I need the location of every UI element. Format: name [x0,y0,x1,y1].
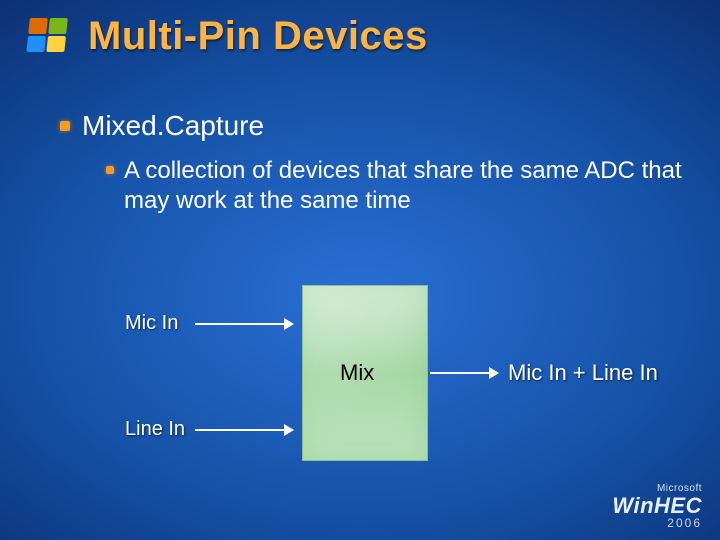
arrow-icon [430,372,498,374]
bullet-icon [106,166,114,174]
footer-microsoft: Microsoft [612,484,702,495]
bullet-list: Mixed.Capture A collection of devices th… [60,110,690,216]
footer-year: 2006 [612,517,702,530]
bullet-level-2-text: A collection of devices that share the s… [124,156,690,216]
footer-branding: Microsoft WinHEC 2006 [612,484,702,530]
footer-brand-prefix: Win [612,493,654,518]
windows-logo-icon [22,12,74,60]
slide-title: Multi-Pin Devices [88,14,700,59]
footer-brand-suffix: HEC [654,493,702,518]
bullet-level-1-text: Mixed.Capture [82,110,264,142]
diagram-label-output: Mic In + Line In [508,360,658,386]
diagram-label-mix: Mix [340,360,374,386]
diagram: Mic In Line In Mix Mic In + Line In [0,280,720,480]
diagram-label-line-in: Line In [125,418,185,441]
winhec-logo-icon: WinHEC [612,494,702,517]
slide: Multi-Pin Devices Mixed.Capture A collec… [0,0,720,540]
arrow-icon [195,323,293,325]
diagram-label-mic-in: Mic In [125,312,178,335]
bullet-level-1: Mixed.Capture [60,110,690,142]
bullet-icon [60,121,70,131]
bullet-level-2: A collection of devices that share the s… [106,156,690,216]
arrow-icon [195,429,293,431]
